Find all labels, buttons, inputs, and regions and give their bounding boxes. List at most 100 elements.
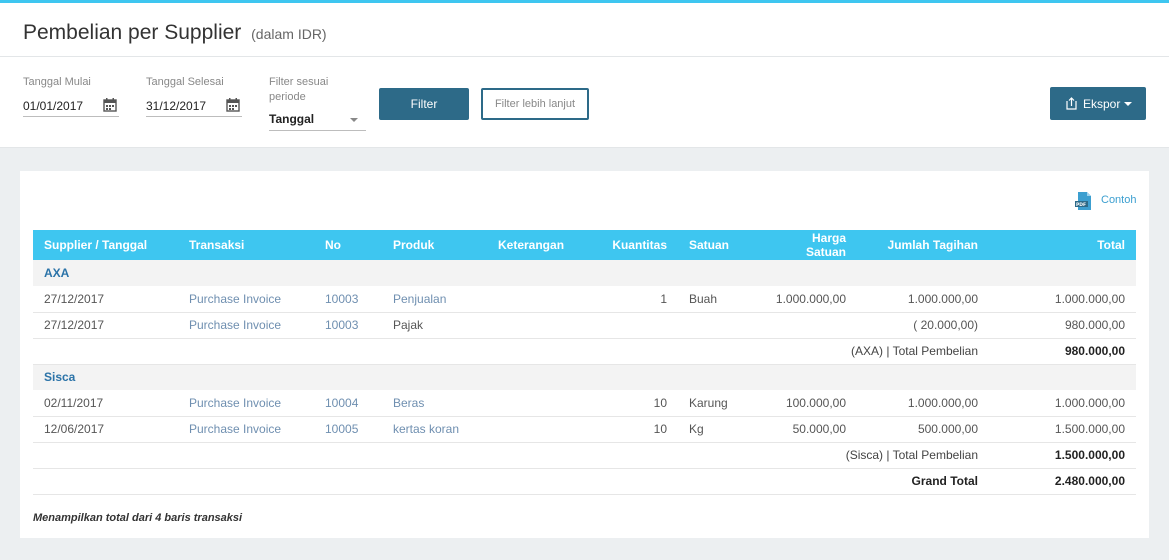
end-date-input[interactable]: 31/12/2017 <box>146 95 242 117</box>
row-quantity: 10 <box>581 390 678 417</box>
supplier-name[interactable]: AXA <box>33 260 1136 286</box>
row-description <box>487 312 581 339</box>
row-total: 1.000.000,00 <box>989 390 1136 417</box>
col-unit[interactable]: Satuan <box>678 230 758 260</box>
grand-total-row: Grand Total 2.480.000,00 <box>33 467 1136 495</box>
advanced-filter-button[interactable]: Filter lebih lanjut <box>481 88 589 120</box>
page-header: Pembelian per Supplier (dalam IDR) <box>0 3 1169 57</box>
col-transaction[interactable]: Transaksi <box>178 230 314 260</box>
subtotal-label: (Sisca) | Total Pembelian <box>33 441 989 469</box>
export-icon <box>1066 97 1077 110</box>
row-unit-price <box>758 312 857 339</box>
calendar-icon[interactable] <box>103 98 117 112</box>
row-unit-price: 50.000,00 <box>758 416 857 443</box>
subtotal-value: 980.000,00 <box>989 337 1136 365</box>
row-invoice-amount: 1.000.000,00 <box>857 390 989 417</box>
row-date: 27/12/2017 <box>33 312 178 339</box>
period-select[interactable]: Tanggal <box>269 107 366 131</box>
col-product[interactable]: Produk <box>382 230 487 260</box>
row-invoice-amount: 500.000,00 <box>857 416 989 443</box>
period-filter-label-2: periode <box>269 91 306 103</box>
pdf-icon: PDF <box>1075 192 1091 210</box>
row-total: 980.000,00 <box>989 312 1136 339</box>
row-invoice-amount: 1.000.000,00 <box>857 286 989 313</box>
row-description <box>487 390 581 417</box>
grand-total-value: 2.480.000,00 <box>989 467 1136 495</box>
col-supplier-date[interactable]: Supplier / Tanggal <box>33 230 178 260</box>
table-row: 27/12/2017 Purchase Invoice 10003 Penjua… <box>33 286 1136 313</box>
col-no[interactable]: No <box>314 230 382 260</box>
start-date-input[interactable]: 01/01/2017 <box>23 95 119 117</box>
row-product-link[interactable]: Penjualan <box>382 286 487 313</box>
page-title-text: Pembelian per Supplier <box>23 21 242 44</box>
end-date-label: Tanggal Selesai <box>146 76 224 88</box>
row-description <box>487 416 581 443</box>
sample-label: Contoh <box>1101 194 1137 206</box>
period-filter-label-1: Filter sesuai <box>269 76 329 88</box>
report-card: PDF Contoh Supplier / Tanggal Transaksi … <box>20 171 1149 538</box>
supplier-name[interactable]: Sisca <box>33 364 1136 390</box>
svg-text:PDF: PDF <box>1076 202 1086 208</box>
period-filter-field: Filter sesuai periode Tanggal <box>269 75 366 131</box>
subtotal-value: 1.500.000,00 <box>989 441 1136 469</box>
export-button[interactable]: Ekspor <box>1050 87 1146 120</box>
row-number-link[interactable]: 10003 <box>314 286 382 313</box>
filter-bar: Tanggal Mulai 01/01/2017 Tanggal Selesai… <box>0 57 1169 148</box>
row-date: 12/06/2017 <box>33 416 178 443</box>
table-row: 02/11/2017 Purchase Invoice 10004 Beras … <box>33 390 1136 417</box>
row-product: Pajak <box>382 312 487 339</box>
period-select-value: Tanggal <box>269 112 315 126</box>
col-total[interactable]: Total <box>989 230 1136 260</box>
row-unit: Buah <box>678 286 758 313</box>
export-label: Ekspor <box>1083 97 1121 111</box>
row-unit <box>678 312 758 339</box>
col-description[interactable]: Keterangan <box>487 230 581 260</box>
start-date-value: 01/01/2017 <box>23 99 84 113</box>
row-description <box>487 286 581 313</box>
row-quantity: 10 <box>581 416 678 443</box>
start-date-field: Tanggal Mulai 01/01/2017 <box>23 75 119 117</box>
row-transaction-link[interactable]: Purchase Invoice <box>178 390 314 417</box>
row-unit-price: 1.000.000,00 <box>758 286 857 313</box>
row-unit-price: 100.000,00 <box>758 390 857 417</box>
row-product-link[interactable]: Beras <box>382 390 487 417</box>
row-total: 1.500.000,00 <box>989 416 1136 443</box>
row-count-footnote: Menampilkan total dari 4 baris transaksi <box>33 512 243 524</box>
table-row: 27/12/2017 Purchase Invoice 10003 Pajak … <box>33 312 1136 339</box>
end-date-field: Tanggal Selesai 31/12/2017 <box>146 75 242 117</box>
purchase-table: Supplier / Tanggal Transaksi No Produk K… <box>33 230 1136 495</box>
supplier-group-row: Sisca <box>33 364 1136 390</box>
table-header-row: Supplier / Tanggal Transaksi No Produk K… <box>33 230 1136 260</box>
subtotal-row: (AXA) | Total Pembelian 980.000,00 <box>33 337 1136 365</box>
chevron-down-icon <box>350 118 358 122</box>
row-date: 27/12/2017 <box>33 286 178 313</box>
table-row: 12/06/2017 Purchase Invoice 10005 kertas… <box>33 416 1136 443</box>
row-transaction-link[interactable]: Purchase Invoice <box>178 416 314 443</box>
end-date-value: 31/12/2017 <box>146 99 207 113</box>
chevron-down-icon <box>1124 102 1132 106</box>
row-number-link[interactable]: 10003 <box>314 312 382 339</box>
row-invoice-amount: ( 20.000,00) <box>857 312 989 339</box>
col-invoice-amount[interactable]: Jumlah Tagihan <box>857 230 989 260</box>
filter-button[interactable]: Filter <box>379 88 469 120</box>
supplier-group-row: AXA <box>33 260 1136 286</box>
row-total: 1.000.000,00 <box>989 286 1136 313</box>
row-transaction-link[interactable]: Purchase Invoice <box>178 286 314 313</box>
col-unit-price[interactable]: Harga Satuan <box>758 230 857 260</box>
subtotal-row: (Sisca) | Total Pembelian 1.500.000,00 <box>33 441 1136 469</box>
row-quantity <box>581 312 678 339</box>
page-subtitle: (dalam IDR) <box>251 26 327 42</box>
row-product-link[interactable]: kertas koran <box>382 416 487 443</box>
calendar-icon[interactable] <box>226 98 240 112</box>
row-unit: Kg <box>678 416 758 443</box>
row-quantity: 1 <box>581 286 678 313</box>
row-unit: Karung <box>678 390 758 417</box>
page-title: Pembelian per Supplier (dalam IDR) <box>23 21 327 45</box>
row-number-link[interactable]: 10005 <box>314 416 382 443</box>
grand-total-label: Grand Total <box>33 467 989 495</box>
row-transaction-link[interactable]: Purchase Invoice <box>178 312 314 339</box>
col-quantity[interactable]: Kuantitas <box>581 230 678 260</box>
start-date-label: Tanggal Mulai <box>23 76 91 88</box>
subtotal-label: (AXA) | Total Pembelian <box>33 337 989 365</box>
row-number-link[interactable]: 10004 <box>314 390 382 417</box>
